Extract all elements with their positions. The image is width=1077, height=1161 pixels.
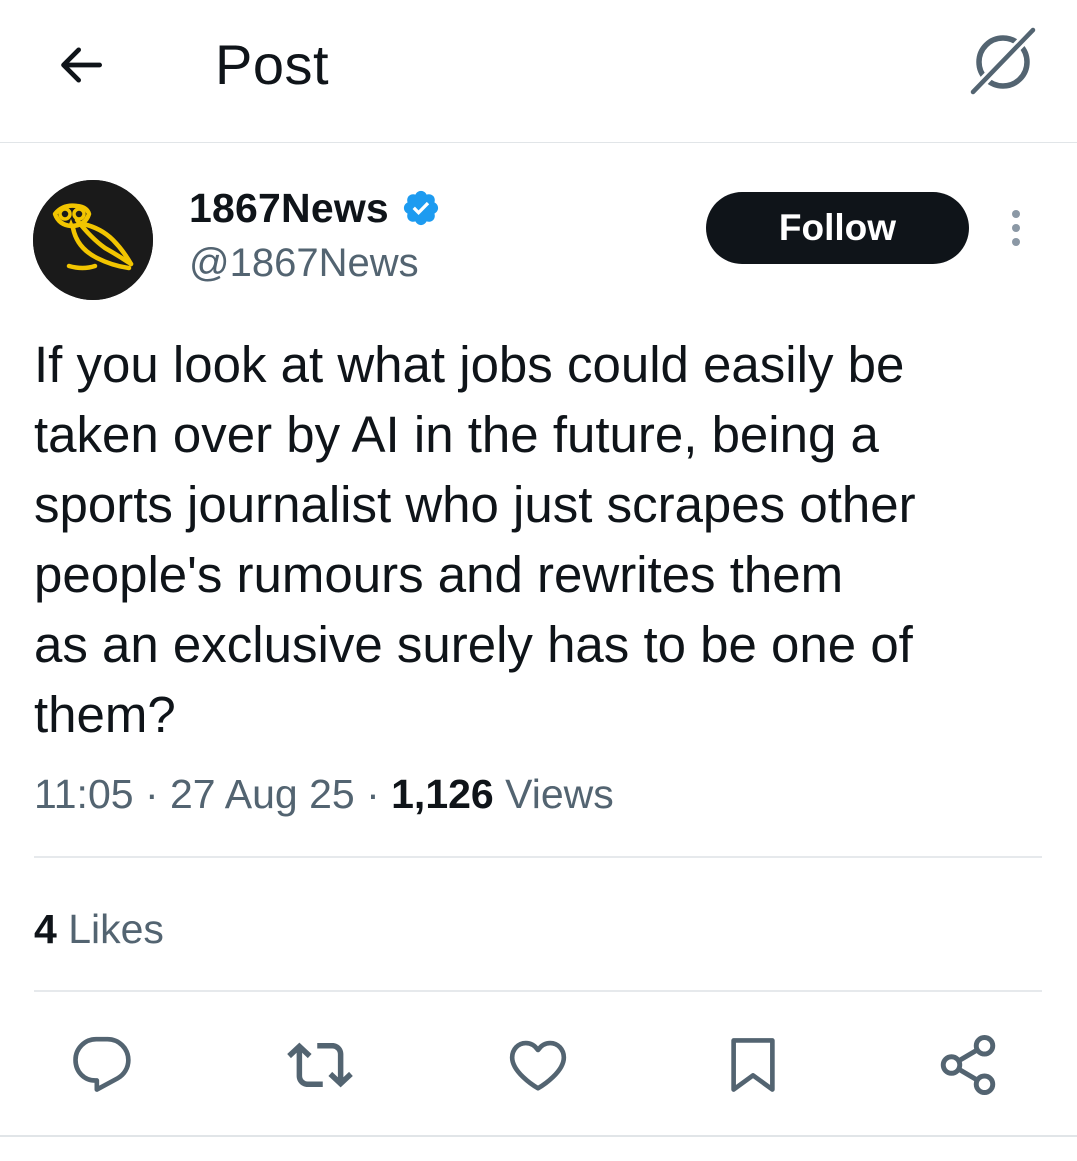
repost-icon: [287, 1042, 353, 1088]
follow-button[interactable]: Follow: [706, 192, 969, 264]
bookmark-icon: [731, 1038, 775, 1092]
arrow-left-icon: [61, 47, 102, 83]
grok-button[interactable]: [965, 24, 1041, 100]
likes-label: Likes: [56, 906, 164, 952]
post-date[interactable]: 27 Aug 25: [170, 771, 355, 817]
like-icon: [509, 1040, 567, 1091]
avatar[interactable]: [33, 180, 153, 300]
post-meta: 11:05 · 27 Aug 25 · 1,126 Views: [34, 766, 614, 822]
views-label: Views: [493, 771, 614, 817]
reply-icon: [73, 1036, 131, 1092]
reply-button[interactable]: [67, 1030, 137, 1100]
more-vertical-icon: [1012, 210, 1020, 246]
repost-button[interactable]: [285, 1030, 355, 1100]
views-count: 1,126: [391, 771, 494, 817]
likes-stat[interactable]: 4 Likes: [34, 901, 164, 957]
meta-separator: ·: [133, 771, 170, 817]
share-button[interactable]: [933, 1030, 1003, 1100]
divider: [34, 990, 1042, 992]
bookmark-button[interactable]: [718, 1030, 788, 1100]
post-time[interactable]: 11:05: [34, 771, 134, 817]
divider: [0, 1135, 1077, 1137]
top-bar: Post: [0, 0, 1077, 143]
post-text: If you look at what jobs could easily be…: [34, 336, 916, 743]
like-button[interactable]: [503, 1030, 573, 1100]
author-name-row[interactable]: 1867News: [189, 182, 441, 234]
grok-icon: [967, 24, 1039, 98]
more-options-button[interactable]: [996, 200, 1036, 256]
meta-separator: ·: [354, 771, 392, 817]
owl-logo-icon: [33, 180, 153, 300]
likes-count: 4: [34, 906, 57, 952]
share-icon: [940, 1035, 996, 1095]
page-title: Post: [215, 33, 330, 96]
display-name[interactable]: 1867News: [189, 185, 389, 232]
back-button[interactable]: [50, 34, 112, 96]
divider: [34, 856, 1042, 858]
author-handle[interactable]: @1867News: [189, 237, 419, 289]
verified-badge-icon: [401, 188, 441, 228]
